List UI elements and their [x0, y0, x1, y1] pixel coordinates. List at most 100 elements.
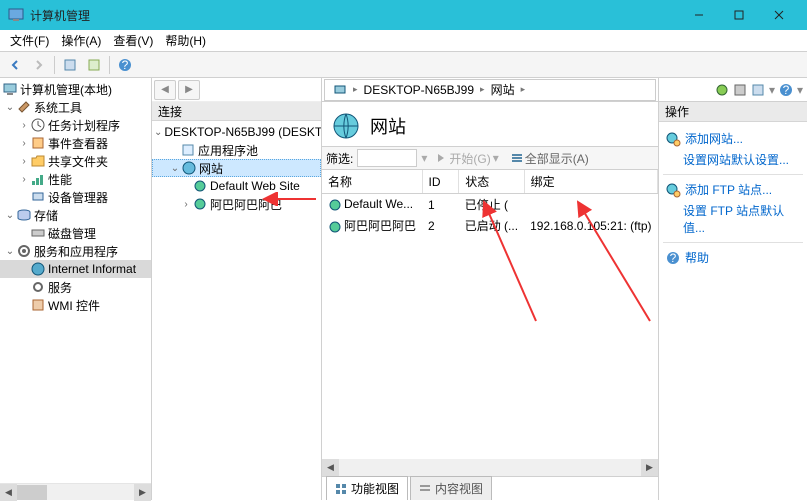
- tree-disk-management[interactable]: 磁盘管理: [0, 224, 151, 242]
- window-title: 计算机管理: [30, 7, 679, 24]
- iis-icon: [30, 261, 46, 277]
- tree-device-manager[interactable]: 设备管理器: [0, 188, 151, 206]
- page-header: 网站: [322, 102, 658, 146]
- tree-event-viewer[interactable]: › 事件查看器: [0, 134, 151, 152]
- expand-icon[interactable]: ›: [18, 120, 30, 131]
- scroll-right-icon[interactable]: ▶: [134, 484, 151, 501]
- table-row[interactable]: 阿巴阿巴阿巴 2 已启动 (... 192.168.0.105:21: (ftp…: [322, 215, 658, 236]
- actions-header: 操作: [659, 102, 807, 122]
- nav-forward-button[interactable]: ▶: [178, 80, 200, 100]
- tree-wmi[interactable]: WMI 控件: [0, 296, 151, 314]
- minimize-button[interactable]: [679, 0, 719, 30]
- view-tabs: 功能视图 内容视图: [322, 476, 658, 500]
- properties-button[interactable]: [59, 54, 81, 76]
- conn-app-pools[interactable]: 应用程序池: [152, 141, 321, 159]
- scroll-left-icon[interactable]: ◀: [322, 459, 339, 476]
- expand-icon[interactable]: ›: [180, 199, 192, 210]
- separator: [663, 242, 803, 243]
- collapse-icon[interactable]: ⌄: [4, 246, 16, 257]
- tab-content-view[interactable]: 内容视图: [410, 476, 492, 500]
- svg-text:?: ?: [670, 251, 677, 265]
- help-icon: ?: [665, 250, 681, 266]
- action-help[interactable]: ? 帮助: [663, 247, 803, 268]
- maximize-button[interactable]: [719, 0, 759, 30]
- breadcrumb-sites[interactable]: 网站: [487, 80, 519, 100]
- refresh-button[interactable]: [83, 54, 105, 76]
- sites-icon: [181, 160, 197, 176]
- tab-feature-view[interactable]: 功能视图: [326, 476, 408, 500]
- disk-icon: [30, 225, 46, 241]
- breadcrumb[interactable]: ▸ DESKTOP-N65BJ99 ▸ 网站 ▸: [324, 79, 656, 101]
- globe-icon: [328, 198, 342, 212]
- tree-systools[interactable]: ⌄ 系统工具: [0, 98, 151, 116]
- tree-services-node[interactable]: 服务: [0, 278, 151, 296]
- showall-button[interactable]: 全部显示(A): [507, 150, 593, 167]
- clock-icon: [30, 117, 46, 133]
- go-button[interactable]: 开始(G) ▾: [431, 150, 502, 167]
- col-id[interactable]: ID: [422, 170, 459, 194]
- tree-task-scheduler[interactable]: › 任务计划程序: [0, 116, 151, 134]
- tree-root[interactable]: 计算机管理(本地): [0, 80, 151, 98]
- tree-performance[interactable]: › 性能: [0, 170, 151, 188]
- menu-help[interactable]: 帮助(H): [159, 30, 212, 51]
- chevron-right-icon: ▸: [478, 84, 487, 95]
- apppool-icon: [180, 142, 196, 158]
- collapse-icon[interactable]: ⌄: [154, 127, 162, 138]
- help-button[interactable]: ?: [114, 54, 136, 76]
- gear-icon: [30, 279, 46, 295]
- page-title: 网站: [370, 113, 406, 139]
- col-status[interactable]: 状态: [459, 170, 524, 194]
- conn-default-site[interactable]: Default Web Site: [152, 177, 321, 195]
- action-add-ftp[interactable]: 添加 FTP 站点...: [663, 179, 803, 200]
- conn-sites[interactable]: ⌄ 网站: [152, 159, 321, 177]
- collapse-icon[interactable]: ⌄: [4, 102, 16, 113]
- svg-text:?: ?: [122, 58, 129, 72]
- toolbar-icon[interactable]: [715, 83, 729, 97]
- menubar: 文件(F) 操作(A) 查看(V) 帮助(H): [0, 30, 807, 52]
- tree-shared-folders[interactable]: › 共享文件夹: [0, 152, 151, 170]
- nav-back-button[interactable]: ◀: [154, 80, 176, 100]
- filter-input[interactable]: [357, 149, 417, 167]
- forward-button[interactable]: [28, 54, 50, 76]
- breadcrumb-home-icon[interactable]: [329, 80, 351, 100]
- col-binding[interactable]: 绑定: [524, 170, 657, 194]
- expand-icon[interactable]: ›: [18, 156, 30, 167]
- scroll-thumb[interactable]: [17, 485, 47, 500]
- sites-pane: ▸ DESKTOP-N65BJ99 ▸ 网站 ▸ 网站 筛选: ▾ 开始(G) …: [322, 78, 659, 500]
- table-scrollbar[interactable]: ◀ ▶: [322, 459, 658, 476]
- scroll-right-icon[interactable]: ▶: [641, 459, 658, 476]
- table-row[interactable]: Default We... 1 已停止 (: [322, 194, 658, 216]
- ftp-add-icon: [665, 182, 681, 198]
- device-icon: [30, 189, 46, 205]
- services-icon: [16, 243, 32, 259]
- action-site-defaults[interactable]: 设置网站默认设置...: [663, 149, 803, 170]
- collapse-icon[interactable]: ⌄: [4, 210, 16, 221]
- sites-table-wrap: 名称 ID 状态 绑定 Default We... 1 已停止 ( 阿巴阿巴阿巴…: [322, 170, 658, 476]
- toolbar-icon[interactable]: [751, 83, 765, 97]
- separator: [663, 174, 803, 175]
- help-icon[interactable]: ?: [779, 83, 793, 97]
- breadcrumb-server[interactable]: DESKTOP-N65BJ99: [360, 80, 479, 100]
- left-scrollbar[interactable]: ◀ ▶: [0, 483, 151, 500]
- col-name[interactable]: 名称: [322, 170, 422, 194]
- folder-icon: [30, 153, 46, 169]
- close-button[interactable]: [759, 0, 799, 30]
- back-button[interactable]: [4, 54, 26, 76]
- expand-icon[interactable]: ›: [18, 138, 30, 149]
- conn-custom-site[interactable]: › 阿巴阿巴阿巴: [152, 195, 321, 213]
- action-ftp-defaults[interactable]: 设置 FTP 站点默认值...: [663, 200, 803, 238]
- menu-view[interactable]: 查看(V): [107, 30, 159, 51]
- tree-storage[interactable]: ⌄ 存储: [0, 206, 151, 224]
- sites-table: 名称 ID 状态 绑定 Default We... 1 已停止 ( 阿巴阿巴阿巴…: [322, 170, 658, 236]
- expand-icon[interactable]: ›: [18, 174, 30, 185]
- action-add-website[interactable]: 添加网站...: [663, 128, 803, 149]
- toolbar-icon[interactable]: [733, 83, 747, 97]
- tree-services-apps[interactable]: ⌄ 服务和应用程序: [0, 242, 151, 260]
- tree-iis[interactable]: Internet Informat: [0, 260, 151, 278]
- collapse-icon[interactable]: ⌄: [169, 163, 181, 174]
- conn-server[interactable]: ⌄ DESKTOP-N65BJ99 (DESKTOP: [152, 123, 321, 141]
- menu-file[interactable]: 文件(F): [4, 30, 55, 51]
- globe-icon: [192, 178, 208, 194]
- menu-action[interactable]: 操作(A): [55, 30, 107, 51]
- scroll-left-icon[interactable]: ◀: [0, 484, 17, 501]
